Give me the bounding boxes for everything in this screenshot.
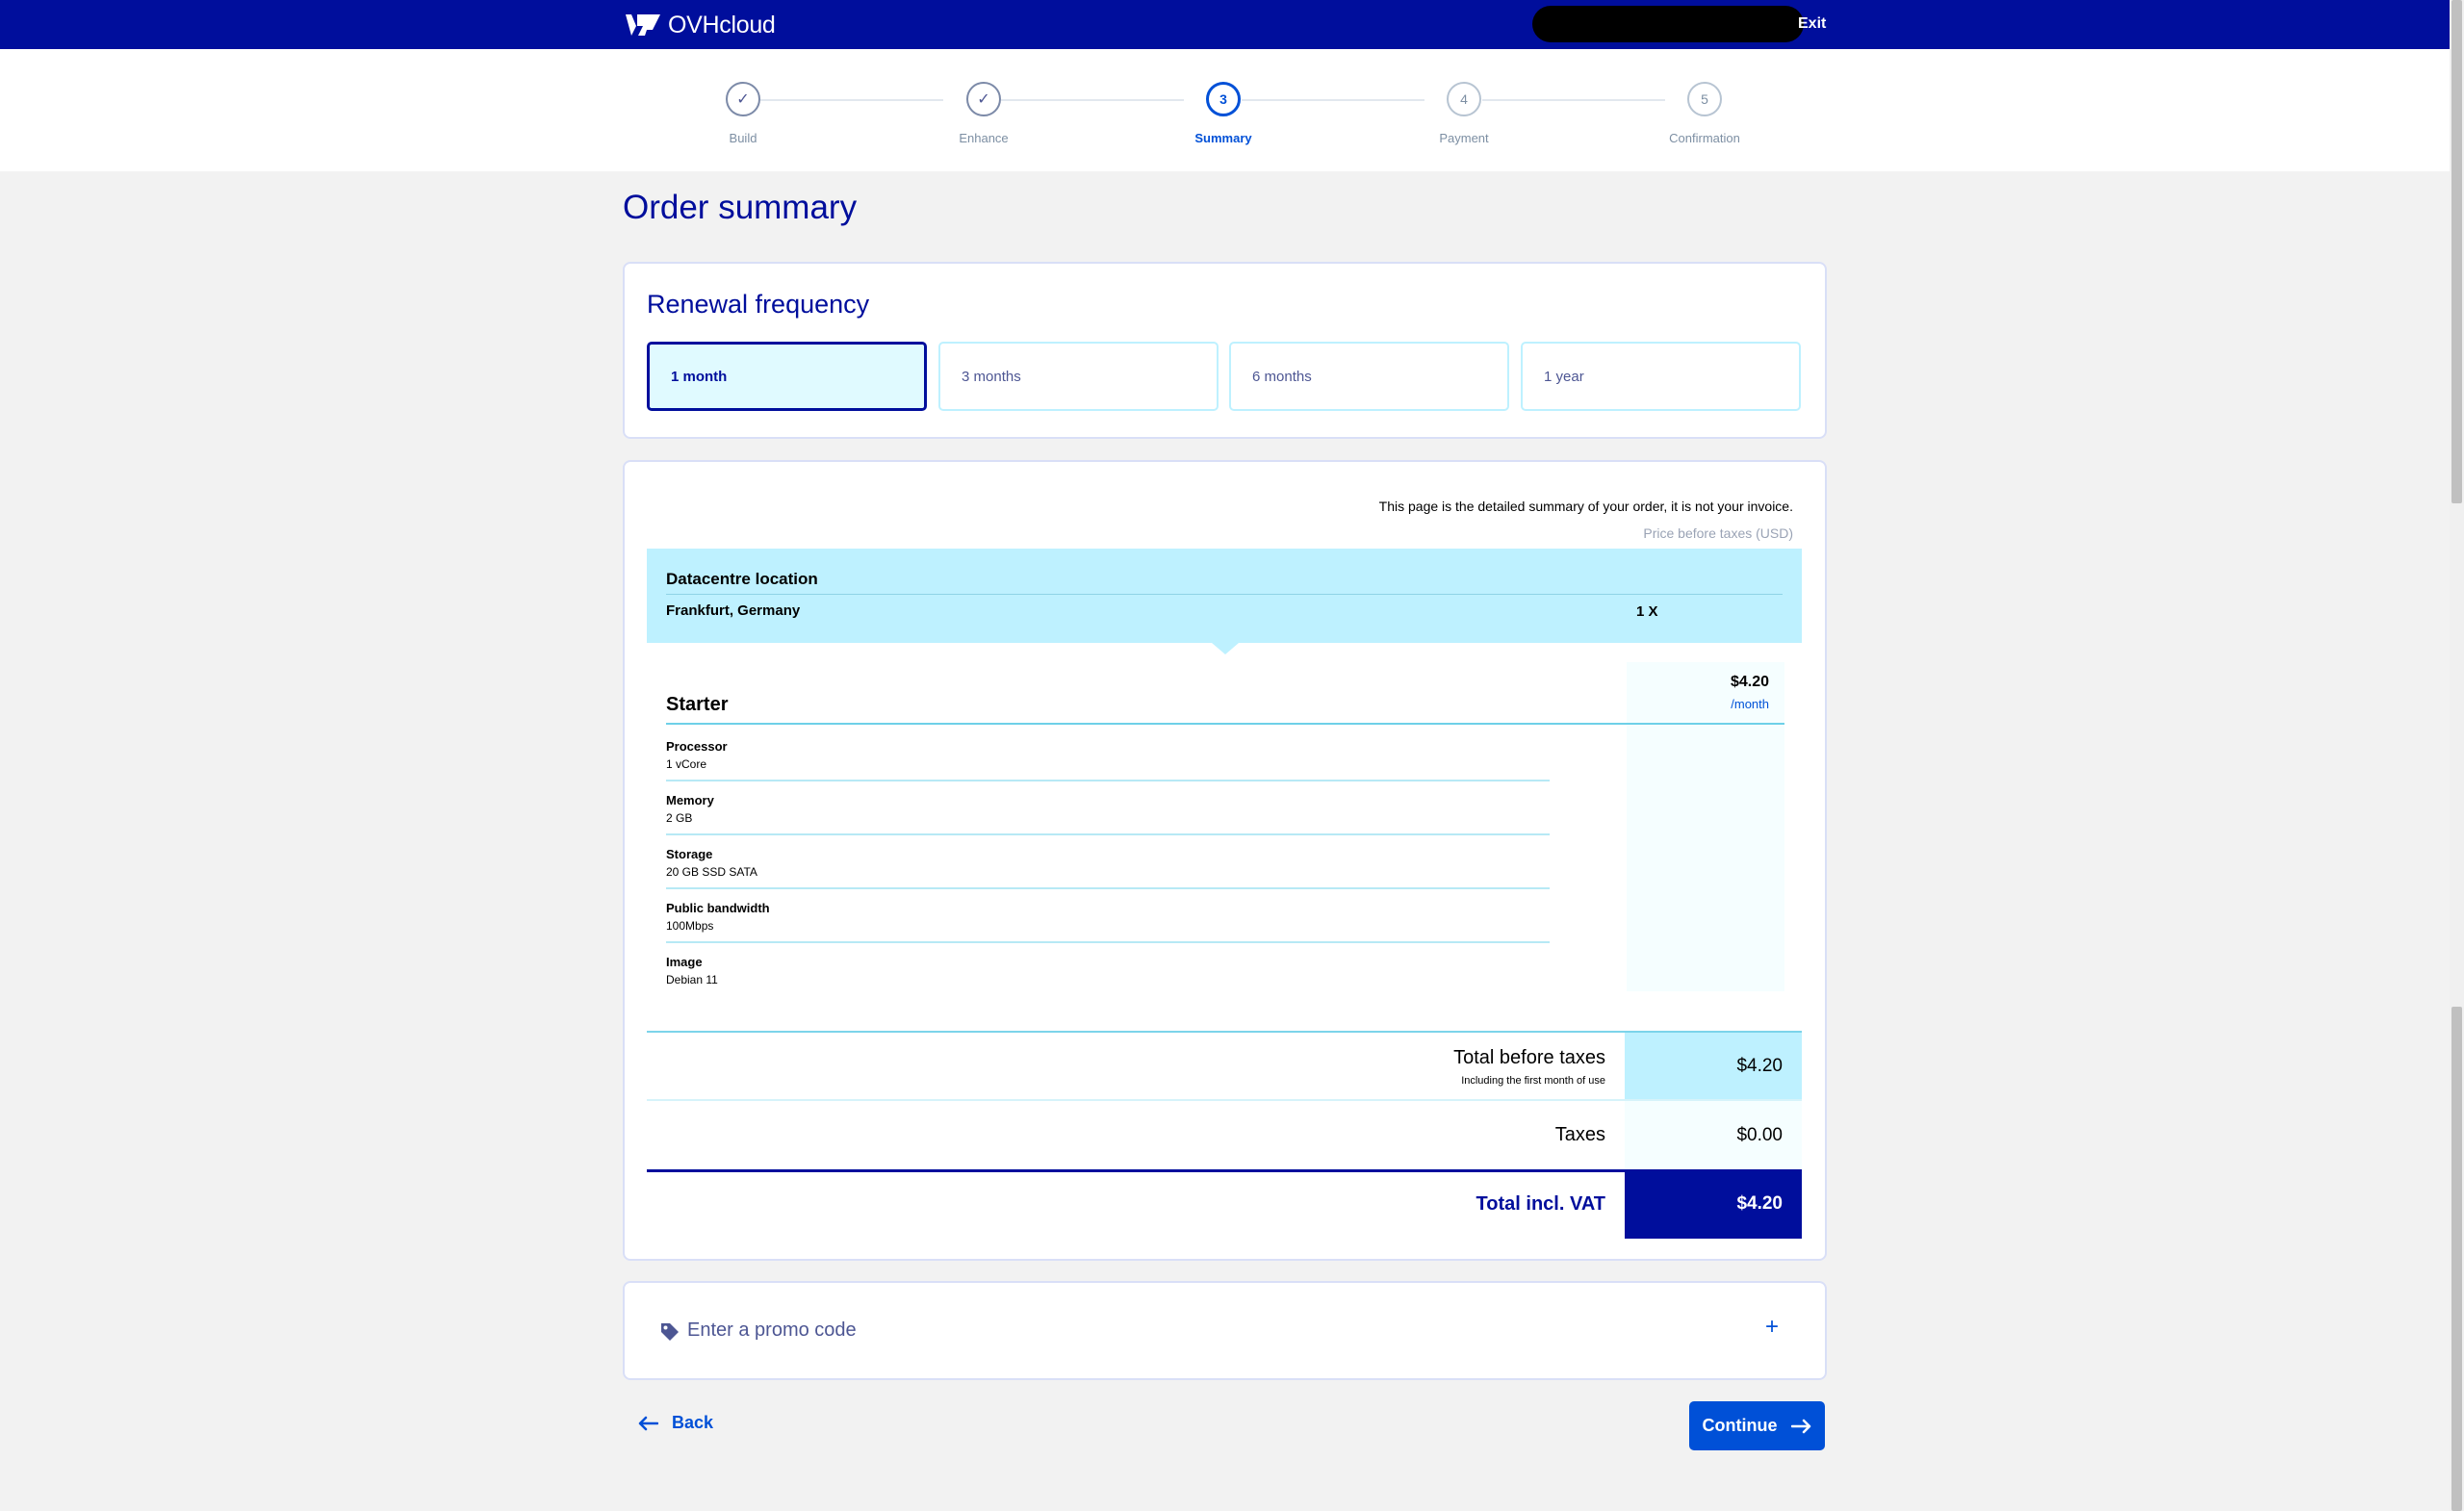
step-number: 5 <box>1687 82 1722 116</box>
divider <box>666 723 1784 725</box>
check-icon: ✓ <box>966 82 1001 116</box>
tag-icon <box>661 1323 679 1341</box>
ovhcloud-logo[interactable]: OVHcloud <box>624 12 776 38</box>
price-currency-note: Price before taxes (USD) <box>1643 525 1793 541</box>
step-label: Enhance <box>959 131 1009 145</box>
spec-label: Storage <box>666 847 713 861</box>
check-icon: ✓ <box>726 82 760 116</box>
total-incl-vat-amount: $4.20 <box>1625 1169 1802 1239</box>
continue-button[interactable]: Continue <box>1689 1401 1825 1450</box>
step-number: 3 <box>1206 82 1241 116</box>
step-connector <box>1001 99 1184 101</box>
spec-value: 100Mbps <box>666 919 714 933</box>
plus-icon[interactable]: + <box>1765 1314 1779 1341</box>
datacentre-section: Datacentre location Frankfurt, Germany 1… <box>647 549 1802 654</box>
spec-value: 1 vCore <box>666 757 707 771</box>
plan-price: $4.20 <box>1730 674 1769 690</box>
order-details-card: This page is the detailed summary of you… <box>623 460 1827 1261</box>
total-before-taxes-label: Total before taxes <box>1453 1047 1605 1068</box>
total-before-taxes-row: Total before taxes Including the first m… <box>647 1033 1802 1101</box>
step-label: Summary <box>1194 131 1252 145</box>
total-incl-vat-row: Total incl. VAT $4.20 <box>647 1169 1802 1239</box>
renewal-option-1-month[interactable]: 1 month <box>647 342 927 411</box>
spec-value: 20 GB SSD SATA <box>666 865 757 879</box>
renewal-option-6-months[interactable]: 6 months <box>1229 342 1509 411</box>
arrow-left-icon <box>638 1416 658 1430</box>
step-connector <box>760 99 943 101</box>
brand-name: OVHcloud <box>668 11 776 38</box>
step-label: Build <box>729 131 757 145</box>
section-pointer <box>1212 643 1239 654</box>
spec-label: Processor <box>666 739 728 754</box>
divider <box>666 594 1783 595</box>
spec-storage: Storage 20 GB SSD SATA <box>666 835 1550 889</box>
spec-processor: Processor 1 vCore <box>666 728 1550 781</box>
total-before-taxes-note: Including the first month of use <box>1461 1075 1605 1087</box>
continue-label: Continue <box>1702 1416 1778 1435</box>
taxes-label: Taxes <box>1554 1124 1605 1145</box>
exit-link[interactable]: Exit <box>1798 15 1826 33</box>
spec-value: 2 GB <box>666 811 693 825</box>
renewal-option-3-months[interactable]: 3 months <box>938 342 1219 411</box>
plan-period: /month <box>1731 697 1769 711</box>
spec-value: Debian 11 <box>666 973 718 986</box>
spec-image: Image Debian 11 <box>666 943 1550 997</box>
spec-memory: Memory 2 GB <box>666 781 1550 835</box>
datacentre-title: Datacentre location <box>666 570 818 588</box>
back-button[interactable]: Back <box>637 1413 713 1433</box>
page-title: Order summary <box>623 189 858 226</box>
scrollbar-thumb[interactable] <box>2451 0 2462 503</box>
taxes-amount: $0.00 <box>1625 1101 1802 1169</box>
back-label: Back <box>672 1413 714 1432</box>
step-connector <box>1242 99 1424 101</box>
arrow-right-icon <box>1790 1419 1810 1433</box>
step-number: 4 <box>1447 82 1481 116</box>
datacentre-value: Frankfurt, Germany <box>666 602 801 619</box>
taxes-row: Taxes $0.00 <box>647 1101 1802 1169</box>
summary-disclaimer: This page is the detailed summary of you… <box>1378 499 1793 514</box>
renewal-option-1-year[interactable]: 1 year <box>1521 342 1801 411</box>
step-connector <box>1482 99 1665 101</box>
scrollbar-thumb[interactable] <box>2451 1007 2462 1511</box>
total-incl-vat-label: Total incl. VAT <box>1476 1193 1605 1215</box>
datacentre-quantity: 1 X <box>1636 603 1658 620</box>
user-account-redacted <box>1532 6 1804 42</box>
promo-code-label: Enter a promo code <box>687 1319 857 1341</box>
top-bar: OVHcloud Exit <box>0 0 2450 49</box>
spec-public-bandwidth: Public bandwidth 100Mbps <box>666 889 1550 943</box>
step-label: Confirmation <box>1669 131 1740 145</box>
order-stepper: ✓ Build ✓ Enhance 3 Summary 4 Payment 5 … <box>0 49 2450 171</box>
spec-label: Image <box>666 955 703 969</box>
renewal-frequency-title: Renewal frequency <box>647 290 870 319</box>
total-before-taxes-amount: $4.20 <box>1625 1033 1802 1099</box>
spec-label: Public bandwidth <box>666 901 770 915</box>
ovhcloud-logo-icon <box>626 14 660 36</box>
spec-label: Memory <box>666 793 714 807</box>
renewal-frequency-card: Renewal frequency 1 month 3 months 6 mon… <box>623 262 1827 439</box>
promo-code-panel[interactable]: Enter a promo code + <box>623 1281 1827 1380</box>
plan-price-column: $4.20 /month <box>1627 662 1784 991</box>
step-label: Payment <box>1439 131 1489 145</box>
plan-name: Starter <box>666 694 729 715</box>
